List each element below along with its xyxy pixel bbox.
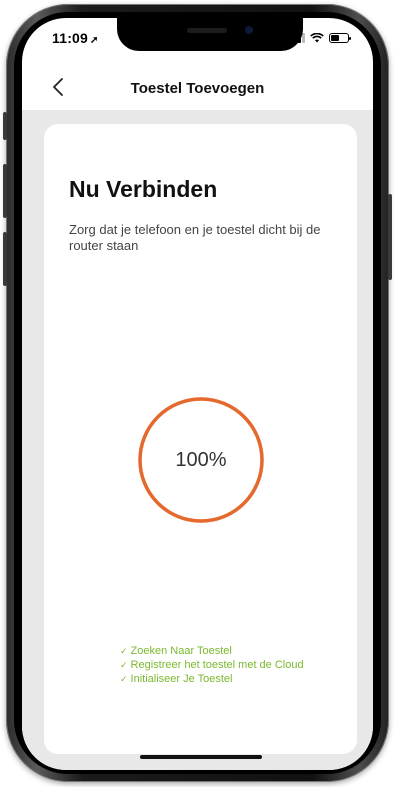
page-title: Toestel Toevoegen bbox=[130, 80, 265, 97]
progress-percentage: 100% bbox=[175, 448, 227, 471]
app-screen: 11:09 ➚ Toestel Toevoegen Nu Verbinden Z… bbox=[22, 18, 373, 770]
wifi-icon bbox=[310, 33, 324, 43]
step-list: ✓ Zoeken Naar Toestel ✓ Registreer het t… bbox=[120, 644, 304, 686]
navigation-bar: Toestel Toevoegen bbox=[22, 70, 373, 106]
battery-level bbox=[331, 35, 339, 41]
step-item: ✓ Registreer het toestel met de Cloud bbox=[120, 658, 304, 672]
check-icon: ✓ bbox=[120, 660, 128, 670]
status-time-text: 11:09 bbox=[52, 30, 89, 46]
volume-down-button bbox=[3, 232, 7, 286]
check-icon: ✓ bbox=[120, 674, 128, 684]
power-button bbox=[388, 194, 392, 280]
location-arrow-icon: ➚ bbox=[90, 35, 99, 46]
notch bbox=[117, 18, 303, 51]
front-camera bbox=[245, 26, 253, 34]
step-label: Initialiseer Je Toestel bbox=[130, 673, 233, 685]
step-item: ✓ Zoeken Naar Toestel bbox=[120, 644, 304, 658]
mute-switch bbox=[3, 112, 7, 140]
connect-card: Nu Verbinden Zorg dat je telefoon en je … bbox=[44, 124, 357, 754]
step-label: Zoeken Naar Toestel bbox=[130, 645, 232, 657]
card-title: Nu Verbinden bbox=[69, 176, 218, 202]
card-subtitle: Zorg dat je telefoon en je toestel dicht… bbox=[69, 222, 321, 253]
battery-icon bbox=[329, 33, 351, 43]
status-time: 11:09 ➚ bbox=[52, 30, 99, 46]
volume-up-button bbox=[3, 164, 7, 218]
step-item: ✓ Initialiseer Je Toestel bbox=[120, 672, 304, 686]
home-indicator[interactable] bbox=[140, 755, 262, 759]
speaker-grille bbox=[187, 28, 227, 33]
check-icon: ✓ bbox=[120, 646, 128, 656]
step-label: Registreer het toestel met de Cloud bbox=[130, 659, 304, 671]
